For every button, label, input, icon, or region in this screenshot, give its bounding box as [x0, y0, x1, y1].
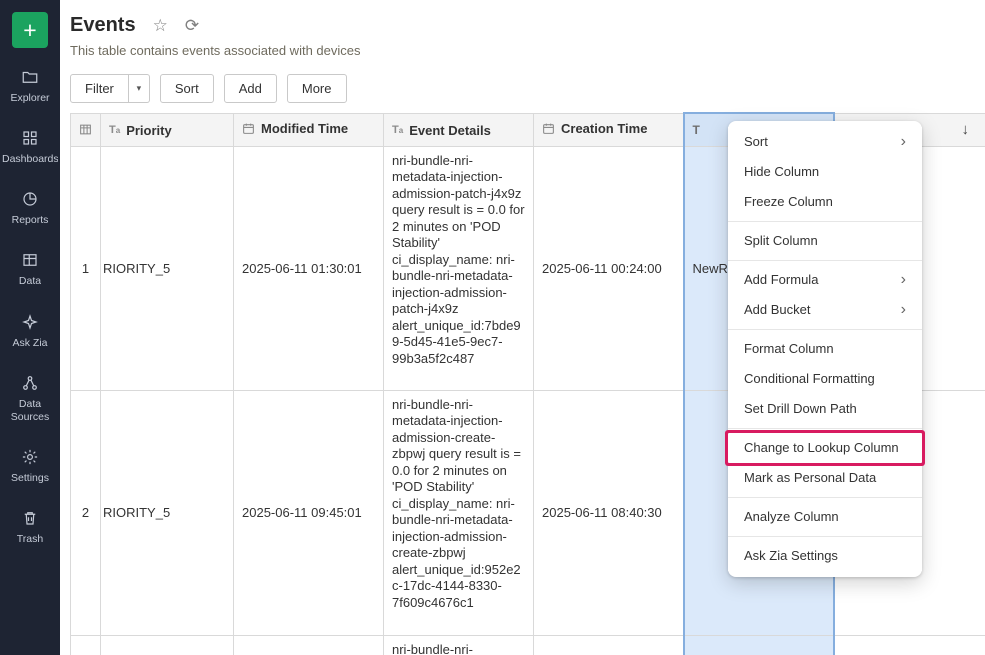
filter-split-button: Filter ▾ — [70, 74, 150, 103]
column-header-modified-time[interactable]: Modified Time — [234, 113, 384, 146]
row-number-cell[interactable]: 1 — [71, 146, 101, 390]
menu-item-conditional-formatting[interactable]: Conditional Formatting — [728, 364, 922, 394]
sidebar-item-data-sources[interactable]: Data Sources — [0, 362, 60, 436]
event-details-cell[interactable]: nri-bundle-nri-metadata-injection-admiss… — [384, 390, 534, 635]
menu-item-hide-column[interactable]: Hide Column — [728, 157, 922, 187]
event-details-cell[interactable]: nri-bundle-nri-metadata-injection-admiss… — [384, 146, 534, 390]
sidebar-item-settings[interactable]: Settings — [0, 436, 60, 497]
app-window: + Explorer Dashboards Reports Data Ask Z… — [0, 0, 985, 655]
sidebar-item-label: Reports — [12, 214, 49, 227]
modified-time-cell[interactable]: 2025-06-11 09:45:01 — [234, 390, 384, 635]
menu-divider — [728, 260, 922, 261]
sidebar-item-reports[interactable]: Reports — [0, 178, 60, 239]
creation-time-cell[interactable]: 2025-06-11 00:24:00 — [534, 146, 684, 390]
menu-item-add-bucket[interactable]: Add Bucket › — [728, 295, 922, 325]
refresh-icon[interactable]: ⟳ — [185, 17, 199, 34]
sidebar: + Explorer Dashboards Reports Data Ask Z… — [0, 0, 60, 655]
modified-time-cell[interactable]: 2025-06-11 01:30:01 — [234, 146, 384, 390]
sidebar-item-ask-zia[interactable]: Ask Zia — [0, 301, 60, 362]
menu-item-add-formula[interactable]: Add Formula › — [728, 265, 922, 295]
menu-item-freeze-column[interactable]: Freeze Column — [728, 187, 922, 217]
page-title: Events — [70, 14, 136, 37]
menu-divider — [728, 221, 922, 222]
sidebar-item-explorer[interactable]: Explorer — [0, 56, 60, 117]
grid-icon — [79, 123, 92, 136]
text-type-icon: Ta — [392, 124, 403, 136]
table-icon — [21, 251, 39, 269]
sidebar-item-label: Dashboards — [2, 153, 58, 166]
more-button[interactable]: More — [287, 74, 347, 103]
sidebar-item-label: Explorer — [10, 92, 49, 105]
sidebar-item-label: Ask Zia — [12, 337, 47, 350]
menu-divider — [728, 428, 922, 429]
folder-icon — [21, 68, 39, 86]
page-header: Events ☆ ⟳ This table contains events as… — [60, 0, 985, 58]
dashboards-grid-icon — [21, 129, 39, 147]
sort-button[interactable]: Sort — [160, 74, 214, 103]
submenu-chevron-icon: › — [901, 135, 906, 149]
submenu-chevron-icon: › — [901, 303, 906, 317]
menu-item-set-drill-down-path[interactable]: Set Drill Down Path — [728, 394, 922, 424]
create-new-button[interactable]: + — [12, 12, 48, 48]
sidebar-item-label: Trash — [17, 533, 43, 546]
menu-divider — [728, 329, 922, 330]
row-number-cell[interactable]: 2 — [71, 390, 101, 635]
creation-time-cell[interactable] — [534, 635, 684, 655]
favorite-star-icon[interactable]: ☆ — [153, 17, 168, 34]
menu-item-analyze-column[interactable]: Analyze Column — [728, 502, 922, 532]
pie-chart-icon — [21, 190, 39, 208]
text-type-icon: Ta — [109, 124, 120, 136]
submenu-chevron-icon: › — [901, 273, 906, 287]
row-number-header[interactable] — [71, 113, 101, 146]
column-header-priority[interactable]: TaPriority — [101, 113, 234, 146]
cell[interactable] — [834, 635, 985, 655]
spark-icon — [21, 313, 39, 331]
menu-item-change-to-lookup-column[interactable]: Change to Lookup Column — [728, 433, 922, 463]
calendar-icon — [242, 122, 255, 135]
sidebar-item-trash[interactable]: Trash — [0, 497, 60, 558]
menu-item-format-column[interactable]: Format Column — [728, 334, 922, 364]
event-details-cell[interactable]: nri-bundle-nri-metadata-injection — [384, 635, 534, 655]
sort-descending-icon[interactable]: ↓ — [962, 121, 978, 138]
menu-item-split-column[interactable]: Split Column — [728, 226, 922, 256]
calendar-icon — [542, 122, 555, 135]
sidebar-item-label: Data Sources — [2, 398, 58, 424]
creation-time-cell[interactable]: 2025-06-11 08:40:30 — [534, 390, 684, 635]
priority-cell[interactable]: RIORITY_5 — [101, 146, 234, 390]
menu-divider — [728, 536, 922, 537]
sidebar-item-label: Settings — [11, 472, 49, 485]
menu-item-ask-zia-settings[interactable]: Ask Zia Settings — [728, 541, 922, 571]
filter-dropdown-caret-icon[interactable]: ▾ — [129, 74, 150, 103]
network-icon — [21, 374, 39, 392]
priority-cell[interactable] — [101, 635, 234, 655]
column-header-event-details[interactable]: TaEvent Details — [384, 113, 534, 146]
gear-icon — [21, 448, 39, 466]
sidebar-item-label: Data — [19, 275, 41, 288]
sidebar-item-data[interactable]: Data — [0, 239, 60, 300]
text-type-icon: T — [693, 123, 700, 137]
trash-icon — [21, 509, 39, 527]
selected-column-cell[interactable] — [684, 635, 834, 655]
menu-divider — [728, 497, 922, 498]
add-button[interactable]: Add — [224, 74, 277, 103]
filter-button[interactable]: Filter — [70, 74, 129, 103]
column-header-creation-time[interactable]: Creation Time — [534, 113, 684, 146]
column-context-menu: Sort › Hide Column Freeze Column Split C… — [728, 121, 922, 577]
priority-cell[interactable]: RIORITY_5 — [101, 390, 234, 635]
menu-item-sort[interactable]: Sort › — [728, 127, 922, 157]
row-number-cell[interactable] — [71, 635, 101, 655]
table-row: nri-bundle-nri-metadata-injection — [71, 635, 985, 655]
menu-item-mark-as-personal-data[interactable]: Mark as Personal Data — [728, 463, 922, 493]
modified-time-cell[interactable] — [234, 635, 384, 655]
toolbar: Filter ▾ Sort Add More — [60, 58, 985, 103]
table-description: This table contains events associated wi… — [70, 43, 985, 58]
sidebar-item-dashboards[interactable]: Dashboards — [0, 117, 60, 178]
